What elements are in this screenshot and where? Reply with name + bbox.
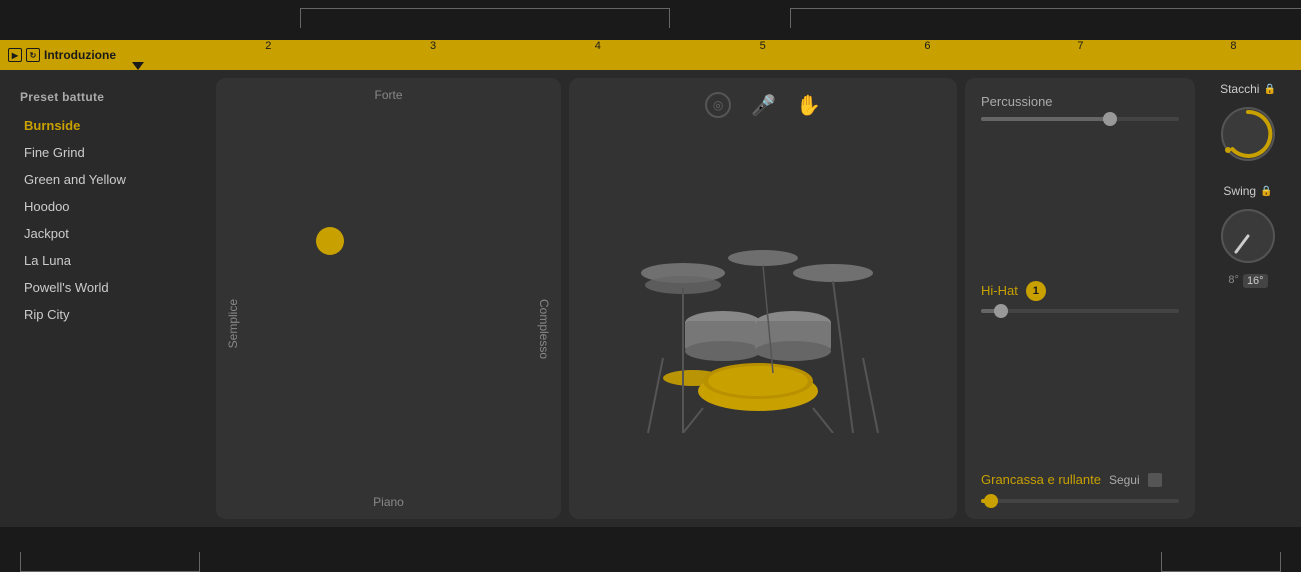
segui-checkbox[interactable] (1148, 473, 1162, 487)
ruler-tick-5: 5 (760, 40, 766, 70)
drum-controls-top: ◎ 🎤 ✋ (569, 78, 957, 126)
loop-drum-icon[interactable]: ◎ (705, 92, 731, 118)
hihat-label-row: Hi-Hat 1 (981, 281, 1179, 301)
swing-section: Swing 🔒 8° 16° (1218, 184, 1278, 288)
hand-icon[interactable]: ✋ (796, 93, 821, 118)
grancassa-label: Grancassa e rullante (981, 472, 1101, 487)
grancassa-label-row: Grancassa e rullante Segui (981, 472, 1179, 487)
ruler-tick-3: 3 (430, 40, 436, 70)
pad-label-complesso: Complesso (537, 299, 551, 359)
sidebar: Preset battute Burnside Fine Grind Green… (8, 78, 208, 519)
drum-kit-svg (623, 213, 903, 433)
stacchi-label: Stacchi 🔒 (1220, 82, 1276, 96)
main-content: Preset battute Burnside Fine Grind Green… (0, 70, 1301, 527)
preset-item-burnside[interactable]: Burnside (12, 112, 204, 139)
ruler-tick-7: 7 (1077, 40, 1083, 70)
ruler[interactable]: ▶ ↻ Introduzione 2 3 4 5 6 7 8 (0, 40, 1301, 70)
pad-dot (316, 227, 344, 255)
hihat-section: Hi-Hat 1 (981, 281, 1179, 313)
drum-container: ◎ 🎤 ✋ (569, 78, 957, 519)
mic-icon[interactable]: 🎤 (751, 93, 776, 118)
pad-label-forte: Forte (374, 88, 402, 102)
ruler-label: ▶ ↻ Introduzione (0, 48, 124, 62)
grancassa-section: Grancassa e rullante Segui (981, 472, 1179, 503)
percussione-section: Percussione (981, 94, 1179, 121)
preset-item-fine-grind[interactable]: Fine Grind (12, 139, 204, 166)
controls-panel: Percussione Hi-Hat 1 Grancassa e rullant… (965, 78, 1195, 519)
pad-label-semplice: Semplice (226, 299, 240, 348)
preset-item-powells-world[interactable]: Powell's World (12, 274, 204, 301)
bracket-bottom-right (1161, 552, 1281, 572)
ruler-tick-4: 4 (595, 40, 601, 70)
ruler-tick-6: 6 (924, 40, 930, 70)
bracket-lines-top (200, 8, 1301, 40)
swing-label: Swing 🔒 (1223, 184, 1272, 198)
drum-kit-area (569, 126, 957, 519)
knobs-panel: Stacchi 🔒 Swing 🔒 (1203, 78, 1293, 519)
loop-icon: ↻ (26, 48, 40, 62)
percussione-label: Percussione (981, 94, 1179, 109)
bracket-bottom-left (20, 552, 200, 572)
ruler-tick-8: 8 (1230, 40, 1236, 70)
sidebar-title: Preset battute (8, 86, 208, 112)
preset-item-la-luna[interactable]: La Luna (12, 247, 204, 274)
segui-label: Segui (1109, 473, 1140, 487)
grancassa-slider[interactable] (981, 499, 1179, 503)
ruler-marker (132, 62, 144, 70)
bracket-right (790, 8, 1301, 28)
preset-item-green-and-yellow[interactable]: Green and Yellow (12, 166, 204, 193)
hihat-thumb[interactable] (994, 304, 1008, 318)
preset-item-hoodoo[interactable]: Hoodoo (12, 193, 204, 220)
knob-values: 8° 16° (1228, 274, 1267, 288)
percussione-slider[interactable] (981, 117, 1179, 121)
swing-lock-icon: 🔒 (1260, 186, 1272, 197)
play-icon: ▶ (8, 48, 22, 62)
percussione-thumb[interactable] (1103, 112, 1117, 126)
value1: 8° (1228, 274, 1239, 288)
preset-item-rip-city[interactable]: Rip City (12, 301, 204, 328)
value2: 16° (1243, 274, 1268, 288)
stacchi-lock-icon: 🔒 (1263, 84, 1275, 95)
preset-item-jackpot[interactable]: Jackpot (12, 220, 204, 247)
ruler-title: Introduzione (44, 48, 116, 62)
stacchi-section: Stacchi 🔒 (1218, 82, 1278, 164)
stacchi-knob[interactable] (1218, 104, 1278, 164)
swing-knob[interactable] (1218, 206, 1278, 266)
bottom-bar (0, 527, 1301, 572)
bracket-left (300, 8, 670, 28)
ruler-marks: 2 3 4 5 6 7 8 (124, 40, 1301, 70)
hihat-badge: 1 (1026, 281, 1046, 301)
ruler-tick-2: 2 (265, 40, 271, 70)
pad-label-piano: Piano (373, 495, 404, 509)
hihat-slider[interactable] (981, 309, 1179, 313)
pad-container[interactable]: Forte Piano Semplice Complesso (216, 78, 561, 519)
grancassa-thumb[interactable] (984, 494, 998, 508)
hihat-label: Hi-Hat (981, 283, 1018, 298)
